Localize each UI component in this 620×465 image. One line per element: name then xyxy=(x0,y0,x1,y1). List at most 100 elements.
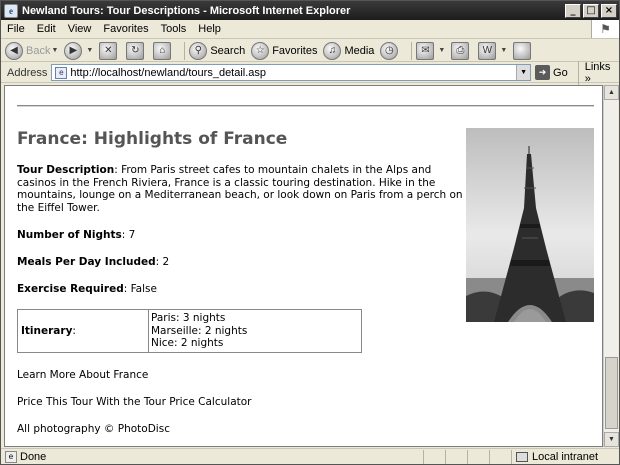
itinerary-item: Paris: 3 nights xyxy=(151,312,226,324)
back-arrow-icon: ◀ xyxy=(5,41,23,60)
window-controls: _ □ × xyxy=(565,3,617,18)
favorites-star-icon: ☆ xyxy=(251,41,270,60)
search-label: Search xyxy=(210,44,246,57)
links-button[interactable]: Links » xyxy=(577,60,619,85)
window-title: Newland Tours: Tour Descriptions - Micro… xyxy=(22,4,351,17)
meals-field: Meals Per Day Included: 2 xyxy=(17,256,169,268)
mail-button[interactable]: ✉ ▼ xyxy=(416,41,445,60)
nights-label: Number of Nights xyxy=(17,229,122,241)
back-dropdown-icon[interactable]: ▼ xyxy=(51,47,58,54)
address-dropdown-icon[interactable]: ▼ xyxy=(516,65,531,80)
forward-dropdown-icon[interactable]: ▼ xyxy=(86,47,93,54)
toolbar-separator xyxy=(411,41,413,60)
address-bar: Address e http://localhost/newland/tours… xyxy=(1,60,619,85)
scroll-thumb[interactable] xyxy=(605,357,618,429)
description-label: Tour Description xyxy=(17,164,115,176)
meals-value: : 2 xyxy=(155,256,170,268)
eiffel-tower-photo xyxy=(466,128,594,322)
scroll-down-icon[interactable]: ▼ xyxy=(604,432,619,447)
status-bar: e Done Local intranet xyxy=(1,448,619,464)
edit-word-button[interactable]: W ▼ xyxy=(478,41,507,60)
menu-help[interactable]: Help xyxy=(192,23,227,35)
home-icon: ⌂ xyxy=(153,41,172,60)
itinerary-label-cell: Itinerary: xyxy=(18,310,149,352)
go-label: Go xyxy=(553,66,568,79)
price-calculator-link[interactable]: Price This Tour With the Tour Price Calc… xyxy=(17,396,252,408)
zone-label: Local intranet xyxy=(532,450,599,463)
favorites-label: Favorites xyxy=(272,44,318,57)
status-text: Done xyxy=(20,450,47,463)
stop-button[interactable]: ✕ xyxy=(99,41,120,60)
exercise-field: Exercise Required: False xyxy=(17,283,157,295)
maximize-button[interactable]: □ xyxy=(583,3,599,18)
word-icon: W xyxy=(478,41,497,60)
menu-tools[interactable]: Tools xyxy=(155,23,193,35)
page-title: France: Highlights of France xyxy=(17,129,288,149)
print-icon: ⎙ xyxy=(451,41,470,60)
page-icon: e xyxy=(55,66,68,79)
status-cell xyxy=(489,449,511,464)
windows-logo-icon: ⚑ xyxy=(591,20,619,38)
meals-label: Meals Per Day Included xyxy=(17,256,156,268)
browser-window: e Newland Tours: Tour Descriptions - Mic… xyxy=(0,0,620,465)
exercise-value: : False xyxy=(123,283,157,295)
itinerary-label: Itinerary xyxy=(21,325,73,337)
stop-icon: ✕ xyxy=(99,41,118,60)
status-cell xyxy=(423,449,445,464)
search-icon: ⚲ xyxy=(189,41,208,60)
mail-dropdown-icon[interactable]: ▼ xyxy=(438,47,445,54)
back-button[interactable]: ◀ Back ▼ xyxy=(5,41,58,60)
learn-more-link[interactable]: Learn More About France xyxy=(17,369,148,381)
scroll-up-icon[interactable]: ▲ xyxy=(604,85,619,100)
status-cell xyxy=(467,449,489,464)
refresh-button[interactable]: ↻ xyxy=(126,41,147,60)
menu-edit[interactable]: Edit xyxy=(31,23,62,35)
forward-arrow-icon: ▶ xyxy=(64,41,83,60)
menu-favorites[interactable]: Favorites xyxy=(97,23,154,35)
eiffel-tower-icon xyxy=(466,146,594,322)
go-button[interactable]: ➜ Go xyxy=(535,65,568,80)
nights-value: : 7 xyxy=(121,229,136,241)
itinerary-values-cell: Paris: 3 nights Marseille: 2 nights Nice… xyxy=(149,310,247,352)
photo-credit: All photography © PhotoDisc xyxy=(17,423,170,435)
vertical-scrollbar[interactable]: ▲ ▼ xyxy=(603,85,619,447)
address-label: Address xyxy=(7,66,48,79)
links-label: Links xyxy=(584,60,611,73)
search-button[interactable]: ⚲ Search xyxy=(189,41,246,60)
go-arrow-icon: ➜ xyxy=(535,65,551,80)
toolbar-separator xyxy=(184,41,186,60)
forward-button[interactable]: ▶ ▼ xyxy=(64,41,93,60)
links-chevron-icon: » xyxy=(584,72,591,85)
history-button[interactable]: ◷ xyxy=(380,41,401,60)
refresh-icon: ↻ xyxy=(126,41,145,60)
media-button[interactable]: ♫ Media xyxy=(323,41,375,60)
mail-icon: ✉ xyxy=(416,41,435,60)
home-button[interactable]: ⌂ xyxy=(153,41,174,60)
back-label: Back xyxy=(26,44,51,57)
exercise-label: Exercise Required xyxy=(17,283,124,295)
favorites-button[interactable]: ☆ Favorites xyxy=(251,41,318,60)
discuss-button[interactable] xyxy=(513,41,534,60)
itinerary-item: Nice: 2 nights xyxy=(151,337,224,349)
address-url[interactable]: http://localhost/newland/tours_detail.as… xyxy=(70,67,516,79)
close-button[interactable]: × xyxy=(601,3,617,18)
ie-icon: e xyxy=(4,3,18,18)
edit-dropdown-icon[interactable]: ▼ xyxy=(500,47,507,54)
media-icon: ♫ xyxy=(323,41,342,60)
address-input[interactable]: e http://localhost/newland/tours_detail.… xyxy=(51,64,532,81)
page-content: France: Highlights of France Tour Descri… xyxy=(4,85,603,447)
print-button[interactable]: ⎙ xyxy=(451,41,472,60)
tour-description: Tour Description: From Paris street cafe… xyxy=(17,164,469,214)
itinerary-item: Marseille: 2 nights xyxy=(151,324,248,337)
minimize-button[interactable]: _ xyxy=(565,3,581,18)
menu-file[interactable]: File xyxy=(1,23,31,35)
toolbar: ◀ Back ▼ ▶ ▼ ✕ ↻ ⌂ ⚲ Search ☆ Favorites … xyxy=(1,40,619,62)
itinerary-table: Itinerary: Paris: 3 nights Marseille: 2 … xyxy=(17,309,362,353)
itinerary-colon: : xyxy=(72,325,76,337)
history-icon: ◷ xyxy=(380,41,399,60)
page-done-icon: e xyxy=(5,450,17,463)
menu-bar: File Edit View Favorites Tools Help ⚑ xyxy=(1,20,619,39)
discuss-icon xyxy=(513,41,532,60)
menu-view[interactable]: View xyxy=(62,23,98,35)
media-label: Media xyxy=(344,44,375,57)
